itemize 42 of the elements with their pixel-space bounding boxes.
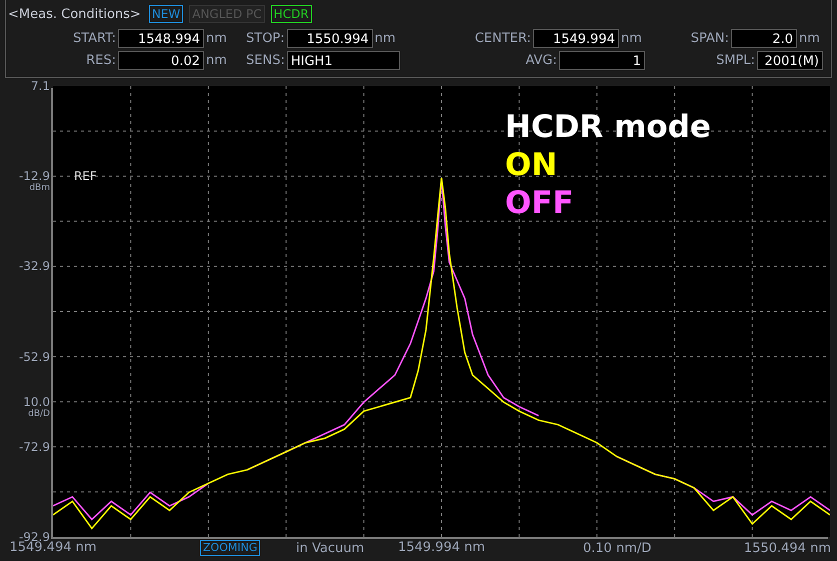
y-tick-label: -52.9 [18,350,50,364]
value-field[interactable]: 0.02 [118,51,204,70]
value-field[interactable]: 2001(M) [757,51,823,70]
field-label: SMPL: [716,53,755,68]
field-label: AVG: [526,53,557,68]
scale-label: 0.10 nm/D [583,540,652,556]
y-tick-label: -32.9 [18,259,50,274]
legend-title: HCDR mode [505,108,711,146]
medium-label: in Vacuum [296,540,364,556]
unit-label: nm [206,31,228,46]
zooming-badge: ZOOMING [200,540,260,556]
mode-tag: HCDR [270,5,312,23]
unit-label: dBm [29,183,50,194]
field-label: START: [72,31,116,46]
field-label: STOP: [246,31,285,46]
x-tick-label: 1549.494 nm [9,540,97,555]
unit-label: dB/D [28,408,50,419]
y-tick-label: -72.9 [18,440,50,454]
value-field[interactable]: 1549.994 [533,29,619,48]
y-tick-label: -12.9 [18,169,50,184]
field-label: RES: [86,53,116,68]
x-tick-label: 1549.994 nm [398,540,486,555]
mode-tag: NEW [148,5,184,23]
value-field[interactable]: 2.0 [731,29,797,48]
conditions-title: <Meas. Conditions> [8,6,141,22]
legend-label: ON [505,146,558,184]
unit-label: nm [621,31,643,46]
stop-wavelength: 1550.494 nm [744,540,831,556]
field-label: SENS: [246,53,285,68]
unit-label: nm [206,53,228,68]
unit-label: nm [374,31,397,46]
unit-label: nm [799,31,821,46]
y-tick-label: 7.1 [30,79,50,93]
value-field[interactable]: 1 [559,51,645,70]
legend-label: OFF [505,184,575,222]
value-field[interactable]: 1548.994 [118,29,204,48]
value-field[interactable]: 1550.994 [286,29,373,48]
scale-value: 10.0 [23,394,50,409]
ref-label: REF [74,169,97,184]
field-label: CENTER: [474,31,531,46]
value-field[interactable]: HIGH1 [286,51,400,70]
field-label: SPAN: [690,31,729,46]
